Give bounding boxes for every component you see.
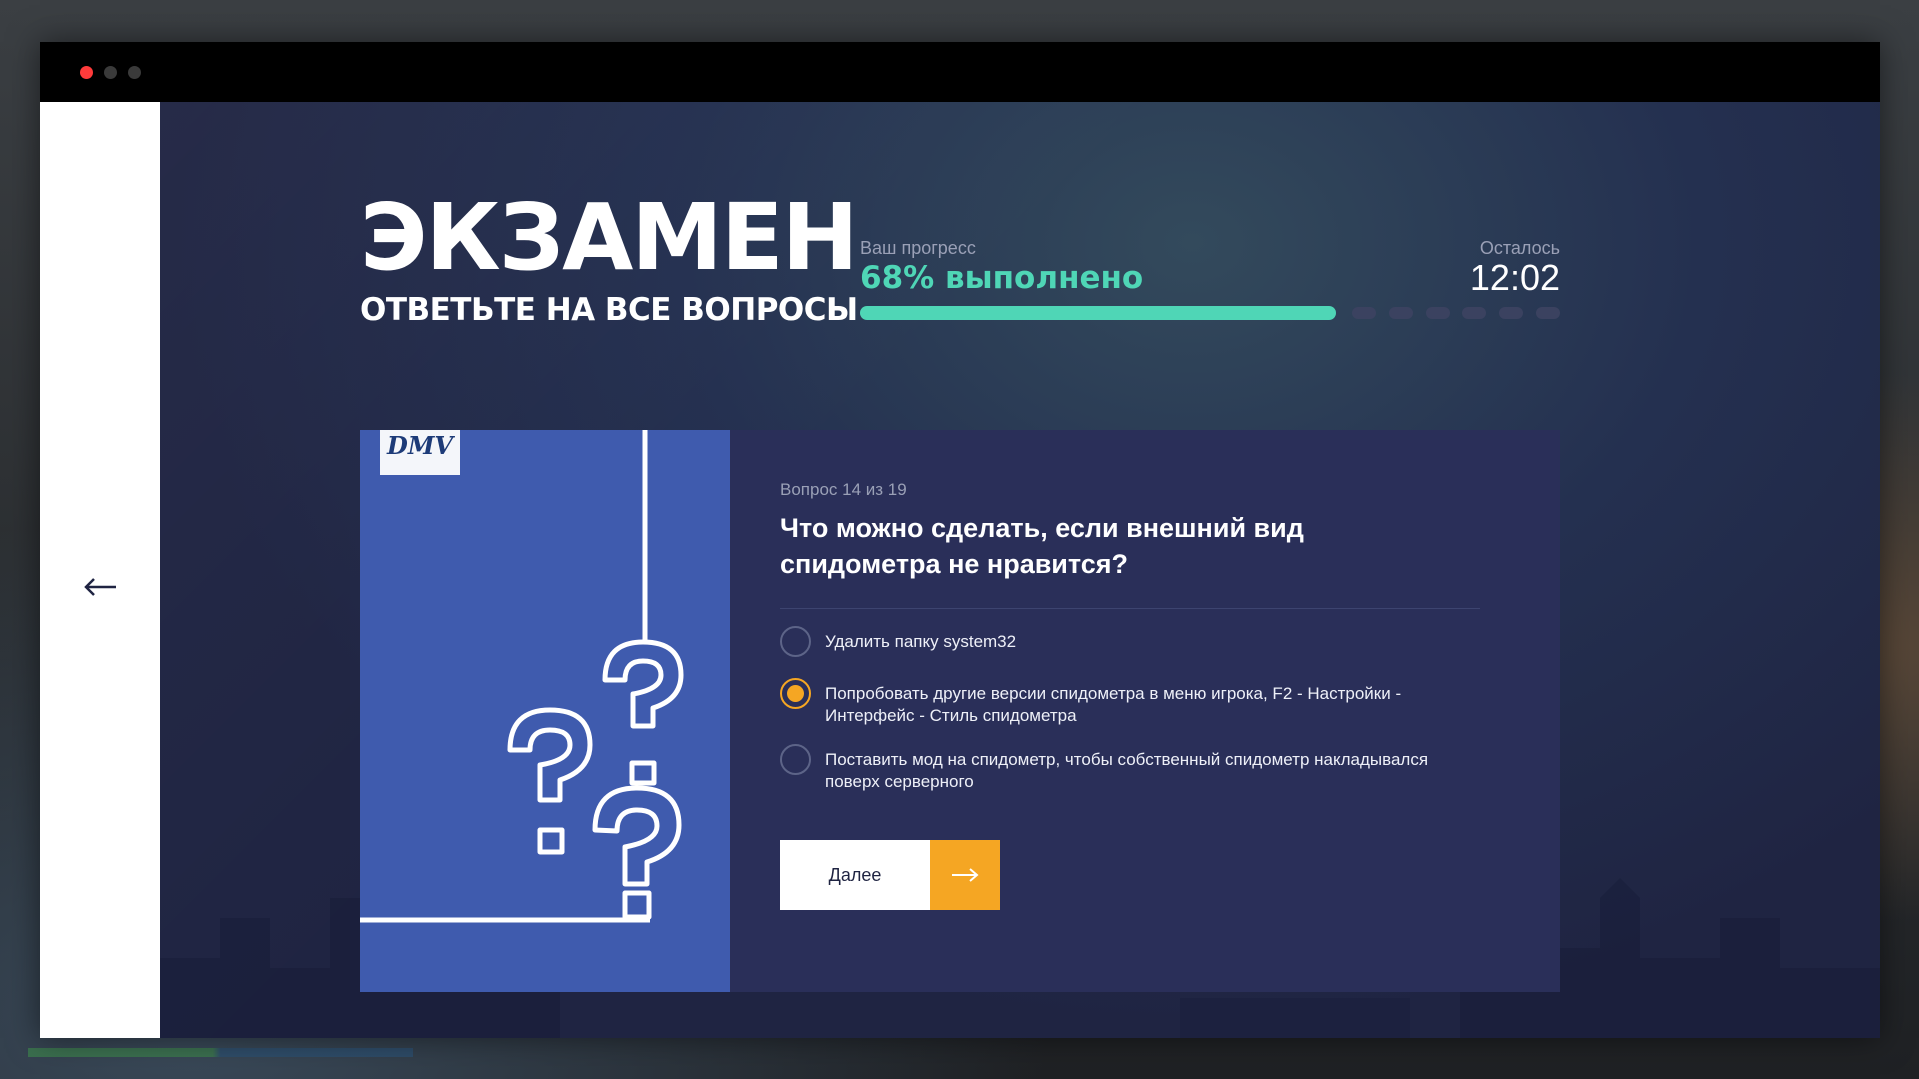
- main-area: ЭКЗАМЕН ОТВЕТЬТЕ НА ВСЕ ВОПРОСЫ Ваш прог…: [160, 102, 1880, 1038]
- progress-segment: [1425, 307, 1450, 319]
- radio-button[interactable]: [780, 744, 811, 775]
- radio-button[interactable]: [780, 626, 811, 657]
- timer-label: Осталось: [1479, 238, 1560, 258]
- next-button-arrow: [930, 840, 1000, 910]
- progress-bar-fill: [860, 306, 1336, 320]
- progress-bar: [860, 306, 1560, 320]
- arrow-left-icon: [84, 578, 116, 596]
- exam-window: ЭКЗАМЕН ОТВЕТЬТЕ НА ВСЕ ВОПРОСЫ Ваш прог…: [40, 42, 1880, 1038]
- title-bar: [40, 42, 1880, 102]
- progress-segment: [1462, 307, 1487, 319]
- progress-segment: [1352, 307, 1376, 319]
- sidebar: [40, 102, 160, 1038]
- progress-value: 68% выполнено: [860, 260, 1144, 296]
- next-button-label: Далее: [780, 840, 930, 910]
- question-marks-illustration: [360, 430, 684, 923]
- page-subtitle: ОТВЕТЬТЕ НА ВСЕ ВОПРОСЫ: [360, 292, 858, 328]
- back-button[interactable]: [80, 572, 120, 602]
- progress-label: Ваш прогресс: [860, 238, 976, 258]
- question-illustration: DMV: [360, 430, 730, 992]
- answer-label: Удалить папку system32: [825, 632, 1017, 651]
- game-hud-strip: [28, 1048, 413, 1057]
- progress-segment: [1499, 307, 1524, 319]
- minimize-dot[interactable]: [104, 66, 117, 79]
- question-text: Что можно сделать, если внешний вид спид…: [780, 513, 1304, 579]
- progress-segment: [1536, 307, 1560, 319]
- answer-label: Поставить мод на спидометр, чтобы собств…: [825, 750, 1429, 791]
- answer-option-2[interactable]: Попробовать другие версии спидометра в м…: [780, 678, 1480, 727]
- next-button[interactable]: Далее: [780, 840, 1000, 910]
- timer-value: 12:02: [1469, 257, 1560, 298]
- answer-option-3[interactable]: Поставить мод на спидометр, чтобы собств…: [780, 744, 1480, 793]
- answer-option-1[interactable]: Удалить папку system32: [780, 626, 1480, 657]
- question-counter: Вопрос 14 из 19: [780, 480, 907, 499]
- progress-segment: [1388, 307, 1413, 319]
- question-card: DMV Вопрос 14 из 19 Что можно сделать, е…: [360, 430, 1560, 992]
- divider: [780, 608, 1480, 609]
- dmv-logo: DMV: [380, 430, 460, 475]
- maximize-dot[interactable]: [128, 66, 141, 79]
- close-dot[interactable]: [80, 66, 93, 79]
- radio-button-selected[interactable]: [780, 678, 811, 709]
- page-title: ЭКЗАМЕН: [360, 184, 859, 291]
- answer-label: Попробовать другие версии спидометра в м…: [825, 684, 1402, 725]
- arrow-right-icon: [952, 868, 979, 882]
